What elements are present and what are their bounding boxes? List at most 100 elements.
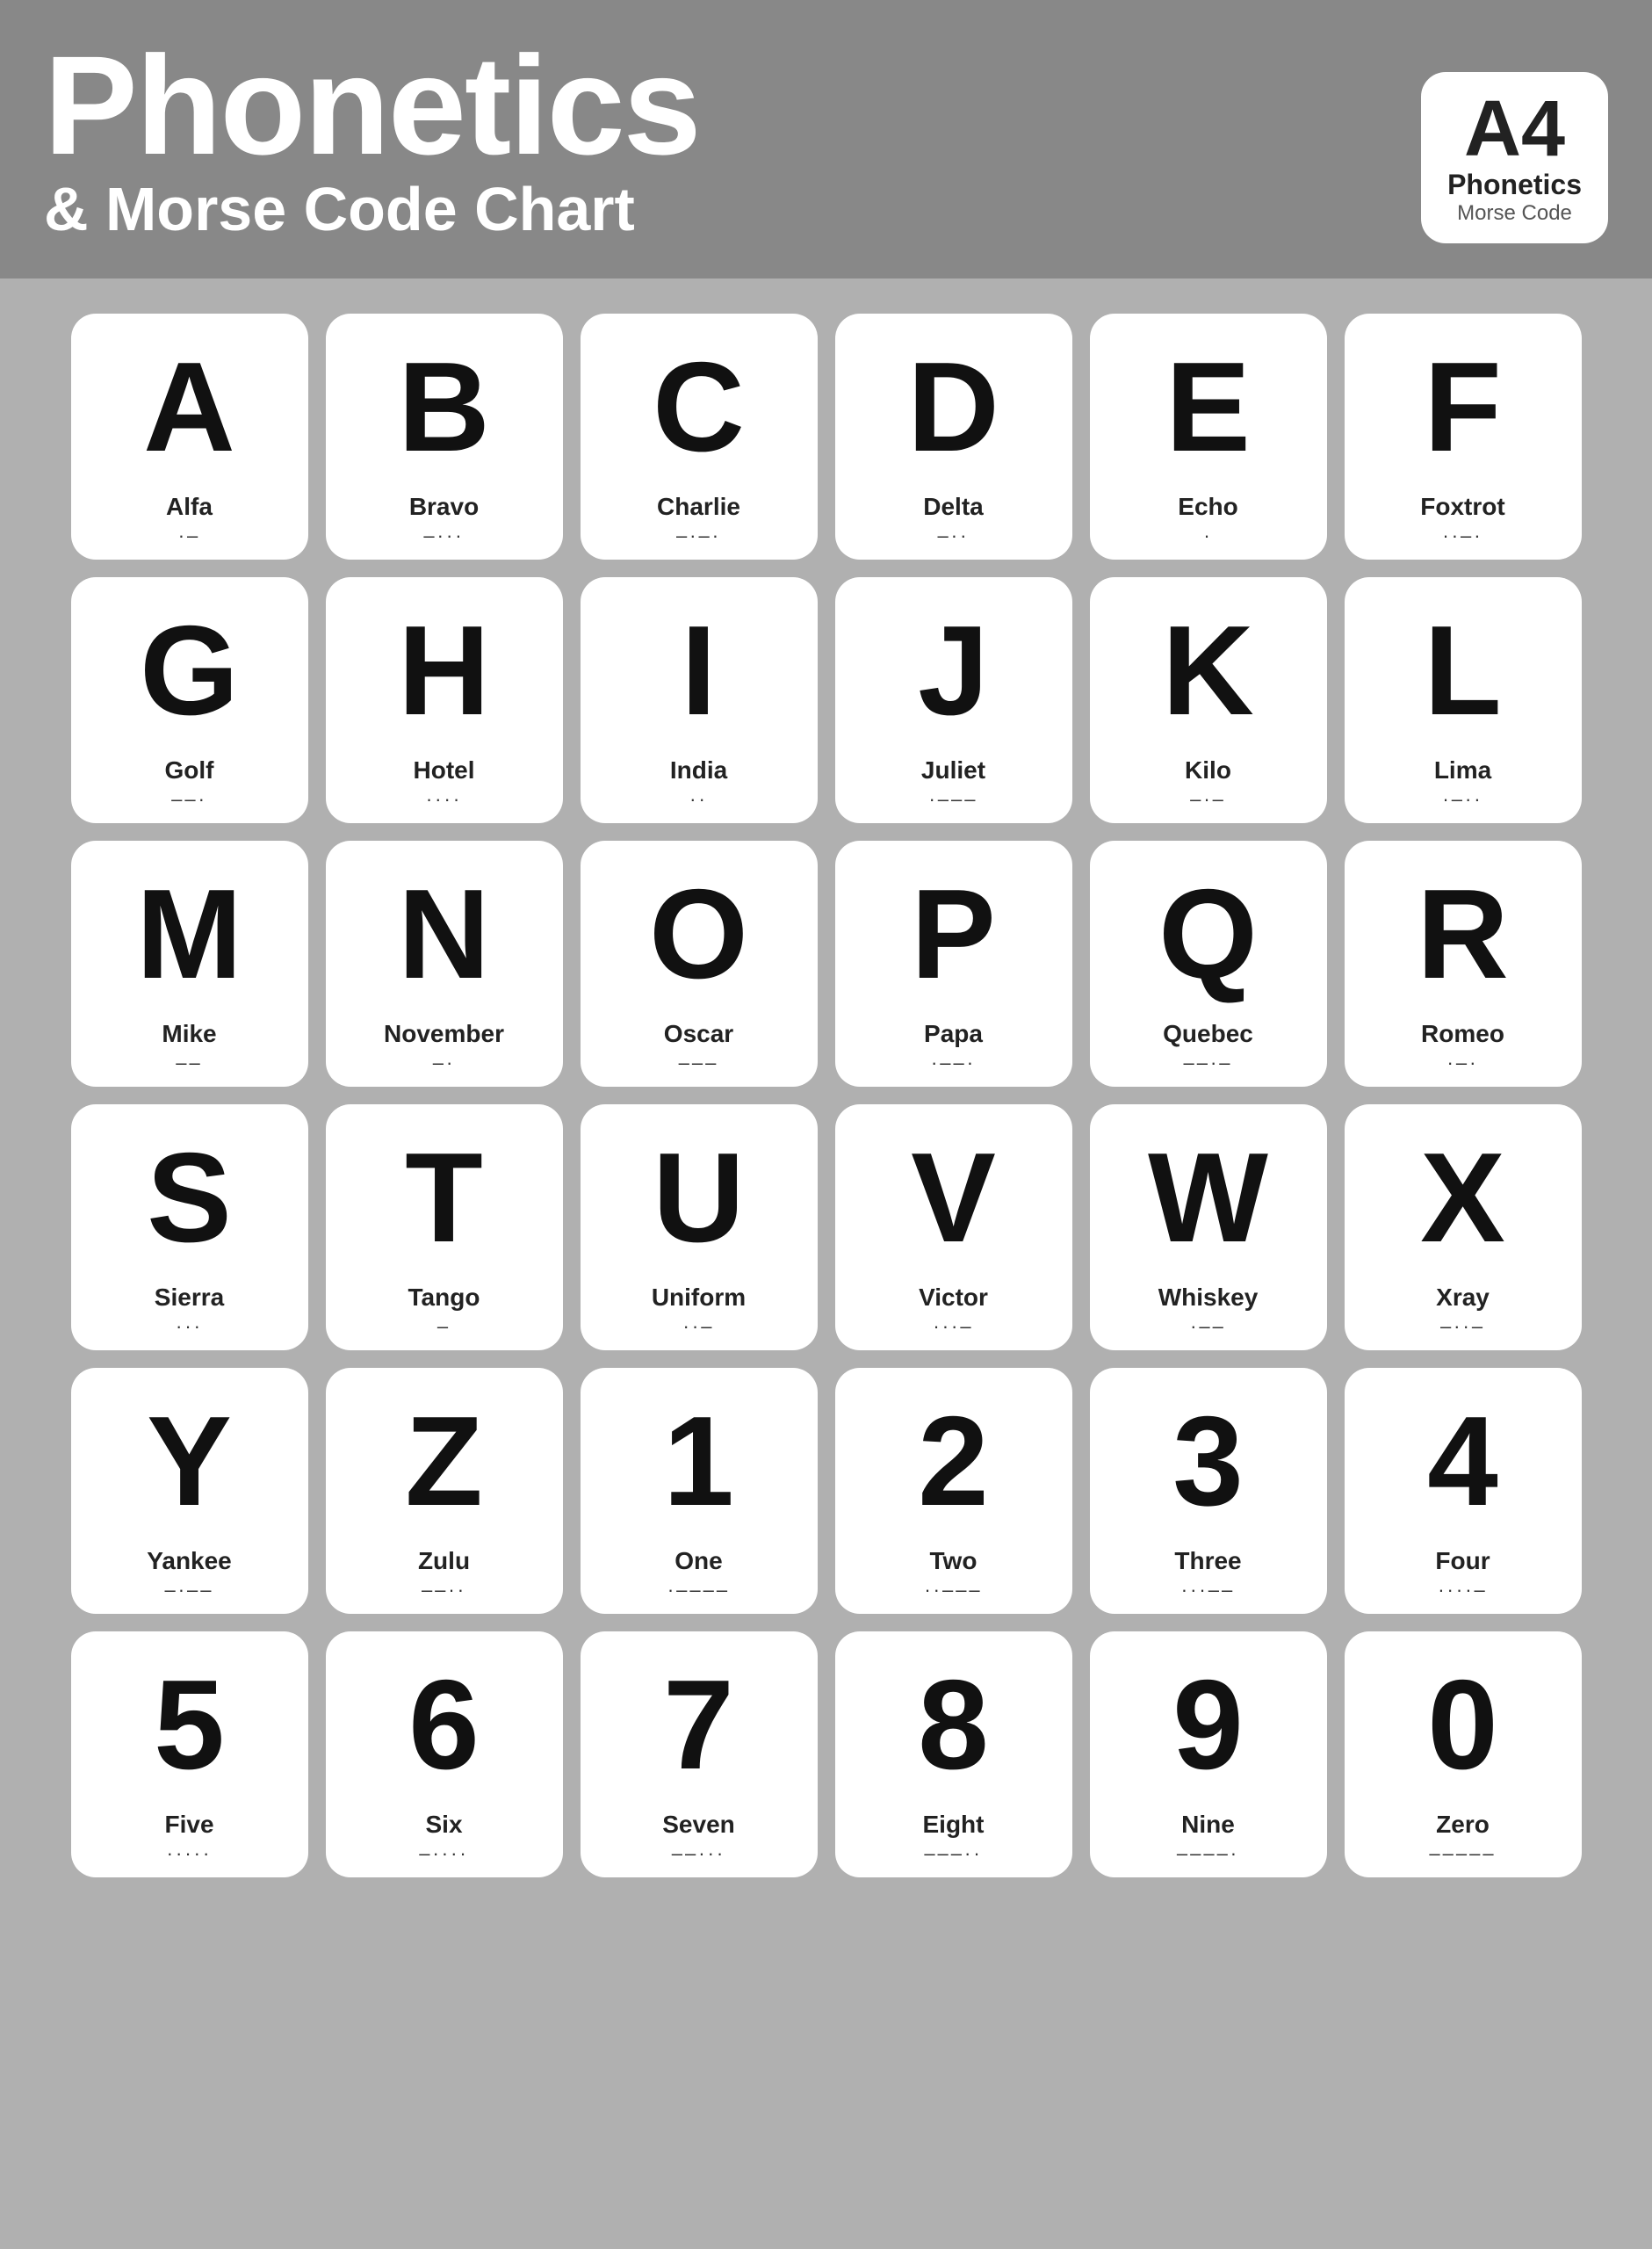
phonetic-card: 2 Two ··––– [835, 1368, 1072, 1614]
card-morse: –– [176, 1052, 202, 1074]
card-morse: ·· [689, 788, 708, 811]
header-badge: A4 Phonetics Morse Code [1421, 72, 1608, 243]
card-word: Quebec [1163, 1020, 1253, 1048]
card-letter: G [140, 586, 239, 755]
card-letter: 2 [918, 1377, 989, 1545]
card-letter: 1 [663, 1377, 734, 1545]
card-morse: ····– [1438, 1579, 1488, 1602]
card-word: Nine [1181, 1811, 1235, 1839]
phonetic-card: U Uniform ··– [581, 1104, 818, 1350]
card-word: Uniform [652, 1284, 746, 1312]
card-word: Echo [1178, 493, 1237, 521]
card-morse: ···– [933, 1315, 973, 1338]
phonetic-card: E Echo · [1090, 314, 1327, 560]
card-morse: –––·· [924, 1842, 982, 1865]
card-word: Lima [1434, 756, 1491, 785]
grid-row: A Alfa ·– B Bravo –··· C Charlie –·–· D … [35, 314, 1617, 560]
card-morse: ·––– [928, 788, 977, 811]
card-word: Three [1174, 1547, 1241, 1575]
header-title: Phonetics [44, 35, 700, 176]
card-letter: V [911, 1113, 996, 1282]
card-word: Four [1435, 1547, 1490, 1575]
card-letter: H [398, 586, 490, 755]
card-word: Yankee [147, 1547, 232, 1575]
badge-size: A4 [1447, 90, 1582, 169]
phonetic-card: O Oscar ––– [581, 841, 818, 1087]
card-letter: 7 [663, 1640, 734, 1809]
card-letter: J [918, 586, 989, 755]
card-word: Tango [408, 1284, 480, 1312]
card-letter: 5 [154, 1640, 225, 1809]
card-morse: ––· [171, 788, 207, 811]
phonetic-card: X Xray –··– [1345, 1104, 1582, 1350]
phonetic-card: N November –· [326, 841, 563, 1087]
card-morse: ·–· [1447, 1052, 1479, 1074]
card-letter: E [1165, 322, 1251, 491]
phonetic-card: 9 Nine ––––· [1090, 1631, 1327, 1877]
phonetic-card: G Golf ––· [71, 577, 308, 823]
card-letter: 6 [408, 1640, 480, 1809]
card-letter: 4 [1427, 1377, 1498, 1545]
card-letter: I [681, 586, 716, 755]
phonetic-card: H Hotel ···· [326, 577, 563, 823]
card-letter: F [1424, 322, 1502, 491]
card-morse: ··· [176, 1315, 203, 1338]
card-morse: ·–·· [1442, 788, 1482, 811]
card-word: Mike [162, 1020, 216, 1048]
header-subtitle: & Morse Code Chart [44, 176, 700, 243]
grid-row: 5 Five ····· 6 Six –···· 7 Seven ––··· 8… [35, 1631, 1617, 1877]
card-letter: X [1420, 1113, 1505, 1282]
phonetic-card: M Mike –– [71, 841, 308, 1087]
card-letter: Q [1158, 850, 1258, 1018]
phonetic-card: S Sierra ··· [71, 1104, 308, 1350]
card-morse: ····· [167, 1842, 213, 1865]
phonetic-card: Q Quebec ––·– [1090, 841, 1327, 1087]
card-morse: ––– [679, 1052, 719, 1074]
card-grid: A Alfa ·– B Bravo –··· C Charlie –·–· D … [0, 278, 1652, 2249]
card-letter: T [405, 1113, 483, 1282]
phonetic-card: L Lima ·–·· [1345, 577, 1582, 823]
grid-row: S Sierra ··· T Tango – U Uniform ··– V V… [35, 1104, 1617, 1350]
card-letter: 8 [918, 1640, 989, 1809]
phonetic-card: 0 Zero ––––– [1345, 1631, 1582, 1877]
card-word: Xray [1436, 1284, 1490, 1312]
card-letter: 3 [1172, 1377, 1244, 1545]
card-letter: 9 [1172, 1640, 1244, 1809]
card-morse: ···· [426, 788, 462, 811]
card-word: Six [425, 1811, 462, 1839]
badge-line2: Morse Code [1447, 201, 1582, 226]
card-word: Delta [923, 493, 983, 521]
card-morse: ·–– [1190, 1315, 1226, 1338]
phonetic-card: P Papa ·––· [835, 841, 1072, 1087]
card-letter: N [398, 850, 490, 1018]
card-morse: ···–– [1181, 1579, 1235, 1602]
card-word: Zulu [418, 1547, 470, 1575]
card-letter: C [653, 322, 745, 491]
card-word: One [675, 1547, 722, 1575]
phonetic-card: I India ·· [581, 577, 818, 823]
card-word: Romeo [1421, 1020, 1504, 1048]
phonetic-card: F Foxtrot ··–· [1345, 314, 1582, 560]
grid-row: M Mike –– N November –· O Oscar ––– P Pa… [35, 841, 1617, 1087]
card-morse: ––··· [672, 1842, 725, 1865]
card-letter: B [398, 322, 490, 491]
card-word: Two [930, 1547, 977, 1575]
header: Phonetics & Morse Code Chart A4 Phonetic… [0, 0, 1652, 278]
card-word: Oscar [664, 1020, 733, 1048]
card-letter: Y [147, 1377, 232, 1545]
header-left: Phonetics & Morse Code Chart [44, 35, 700, 243]
card-morse: –··· [423, 524, 464, 547]
card-morse: –·· [938, 524, 970, 547]
card-word: India [670, 756, 727, 785]
phonetic-card: 7 Seven ––··· [581, 1631, 818, 1877]
phonetic-card: A Alfa ·– [71, 314, 308, 560]
card-morse: – [437, 1315, 451, 1338]
card-word: Seven [662, 1811, 735, 1839]
phonetic-card: 5 Five ····· [71, 1631, 308, 1877]
card-morse: –· [433, 1052, 456, 1074]
card-word: Golf [165, 756, 214, 785]
phonetic-card: V Victor ···– [835, 1104, 1072, 1350]
phonetic-card: D Delta –·· [835, 314, 1072, 560]
card-morse: ·––· [931, 1052, 976, 1074]
card-word: Bravo [409, 493, 479, 521]
